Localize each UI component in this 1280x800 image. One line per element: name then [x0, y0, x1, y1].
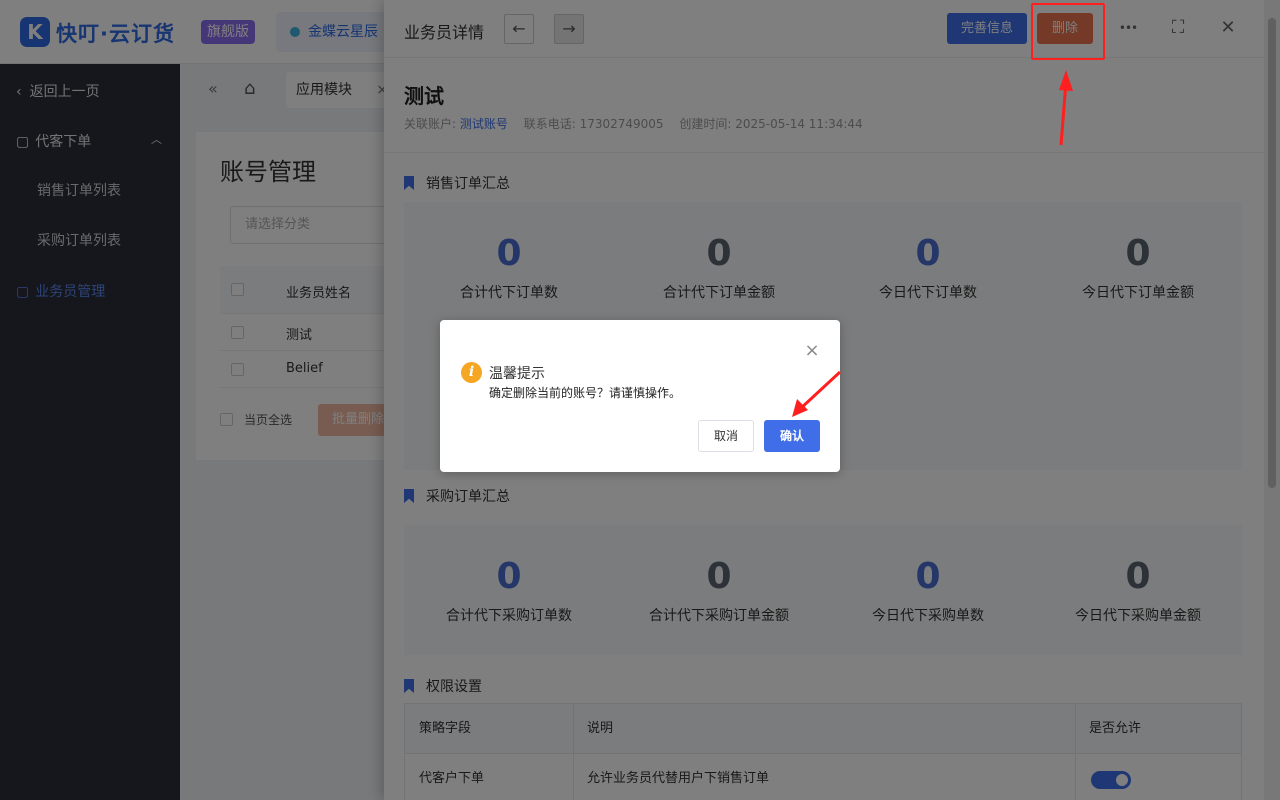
- info-icon: i: [461, 362, 482, 383]
- confirm-dialog: × i 温馨提示 确定删除当前的账号？请谨慎操作。 取消 确认: [440, 320, 840, 472]
- delete-highlight-box: [1031, 3, 1105, 60]
- dialog-title: 温馨提示: [489, 366, 545, 382]
- dialog-close-icon[interactable]: ×: [804, 340, 820, 361]
- cancel-button[interactable]: 取消: [698, 420, 754, 452]
- dialog-message: 确定删除当前的账号？请谨慎操作。: [489, 386, 682, 400]
- confirm-button[interactable]: 确认: [764, 420, 820, 452]
